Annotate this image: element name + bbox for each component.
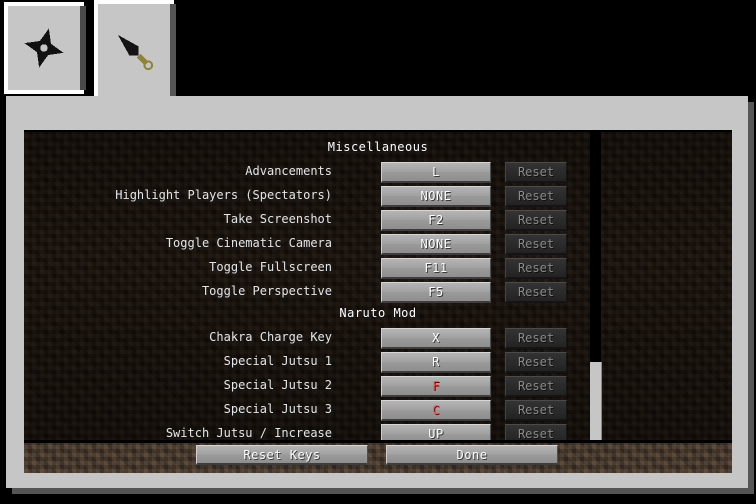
reset-button[interactable]: Reset bbox=[505, 234, 567, 255]
reset-button[interactable]: Reset bbox=[505, 258, 567, 279]
reset-button-label: Reset bbox=[517, 403, 555, 417]
reset-button-label: Reset bbox=[517, 165, 555, 179]
shuriken-icon bbox=[8, 6, 80, 90]
keybind-button[interactable]: F11 bbox=[381, 258, 491, 279]
keybind-row: Toggle Fullscreen F11 Reset bbox=[24, 258, 732, 280]
keybind-button[interactable]: R bbox=[381, 352, 491, 373]
keybind-button[interactable]: C bbox=[381, 400, 491, 421]
keybind-label: Chakra Charge Key bbox=[209, 330, 332, 344]
done-button[interactable]: Done bbox=[386, 445, 558, 465]
keybind-value: R bbox=[432, 355, 440, 369]
keybind-value: F5 bbox=[428, 285, 444, 299]
footer-strip bbox=[24, 440, 732, 473]
reset-button-label: Reset bbox=[517, 379, 555, 393]
reset-button-label: Reset bbox=[517, 237, 555, 251]
keybind-value: F11 bbox=[424, 261, 448, 275]
keybind-label: Advancements bbox=[245, 164, 332, 178]
keybind-button[interactable]: NONE bbox=[381, 186, 491, 207]
keybind-label: Take Screenshot bbox=[223, 212, 332, 226]
keybind-row: Special Jutsu 1 R Reset bbox=[24, 352, 732, 374]
reset-button-label: Reset bbox=[517, 213, 555, 227]
shuriken-tab[interactable] bbox=[8, 6, 80, 90]
keybind-button[interactable]: L bbox=[381, 162, 491, 183]
keybind-value: NONE bbox=[420, 189, 452, 203]
keybind-button[interactable]: F2 bbox=[381, 210, 491, 231]
keybind-row: Special Jutsu 2 F Reset bbox=[24, 376, 732, 398]
reset-button[interactable]: Reset bbox=[505, 376, 567, 397]
reset-button-label: Reset bbox=[517, 427, 555, 441]
section-header: Miscellaneous bbox=[327, 140, 429, 154]
reset-button[interactable]: Reset bbox=[505, 186, 567, 207]
keybind-label: Special Jutsu 3 bbox=[223, 402, 332, 416]
keybind-label: Toggle Perspective bbox=[201, 284, 332, 298]
done-label: Done bbox=[456, 447, 488, 462]
settings-list: Miscellaneous Advancements L Reset Highlight… bbox=[24, 130, 732, 442]
keybind-button[interactable]: F5 bbox=[381, 282, 491, 303]
scrollbar-thumb[interactable] bbox=[590, 362, 602, 442]
keybind-row: Take Screenshot F2 Reset bbox=[24, 210, 732, 232]
keybind-label: Switch Jutsu / Increase bbox=[165, 426, 332, 440]
keybind-row: Toggle Cinematic Camera NONE Reset bbox=[24, 234, 732, 256]
keybind-value: C bbox=[432, 403, 440, 417]
keybind-value: F2 bbox=[428, 213, 444, 227]
reset-button[interactable]: Reset bbox=[505, 210, 567, 231]
section-header: Naruto Mod bbox=[339, 306, 417, 320]
keybind-row: Special Jutsu 3 C Reset bbox=[24, 400, 732, 422]
minecraft-controls-window: Miscellaneous Advancements L Reset Highlight… bbox=[0, 0, 756, 504]
reset-button[interactable]: Reset bbox=[505, 282, 567, 303]
keybind-value: UP bbox=[428, 427, 444, 441]
keybind-value: L bbox=[432, 165, 440, 179]
reset-button[interactable]: Reset bbox=[505, 328, 567, 349]
reset-keys-button[interactable]: Reset Keys bbox=[196, 445, 368, 465]
keybind-button[interactable]: F bbox=[381, 376, 491, 397]
tab-strip bbox=[0, 0, 756, 100]
keybind-label: Toggle Cinematic Camera bbox=[165, 236, 332, 250]
reset-keys-label: Reset Keys bbox=[243, 447, 321, 462]
reset-button-label: Reset bbox=[517, 285, 555, 299]
kunai-icon bbox=[98, 4, 170, 98]
keybind-button[interactable]: NONE bbox=[381, 234, 491, 255]
reset-button[interactable]: Reset bbox=[505, 162, 567, 183]
keybind-label: Special Jutsu 1 bbox=[223, 354, 332, 368]
keybind-row: Highlight Players (Spectators) NONE Reset bbox=[24, 186, 732, 208]
keybind-label: Special Jutsu 2 bbox=[223, 378, 332, 392]
reset-button-label: Reset bbox=[517, 331, 555, 345]
reset-button-label: Reset bbox=[517, 189, 555, 203]
reset-button-label: Reset bbox=[517, 261, 555, 275]
reset-button[interactable]: Reset bbox=[505, 400, 567, 421]
keybind-value: NONE bbox=[420, 237, 452, 251]
keybind-value: X bbox=[432, 331, 440, 345]
keybind-label: Highlight Players (Spectators) bbox=[115, 188, 332, 202]
keybind-value: F bbox=[432, 379, 440, 393]
keybind-label: Toggle Fullscreen bbox=[209, 260, 332, 274]
reset-button[interactable]: Reset bbox=[505, 352, 567, 373]
reset-button-label: Reset bbox=[517, 355, 555, 369]
keybind-row: Chakra Charge Key X Reset bbox=[24, 328, 732, 350]
keybind-row: Toggle Perspective F5 Reset bbox=[24, 282, 732, 304]
keybind-row: Advancements L Reset bbox=[24, 162, 732, 184]
keybind-button[interactable]: X bbox=[381, 328, 491, 349]
kunai-tab[interactable] bbox=[98, 4, 170, 98]
